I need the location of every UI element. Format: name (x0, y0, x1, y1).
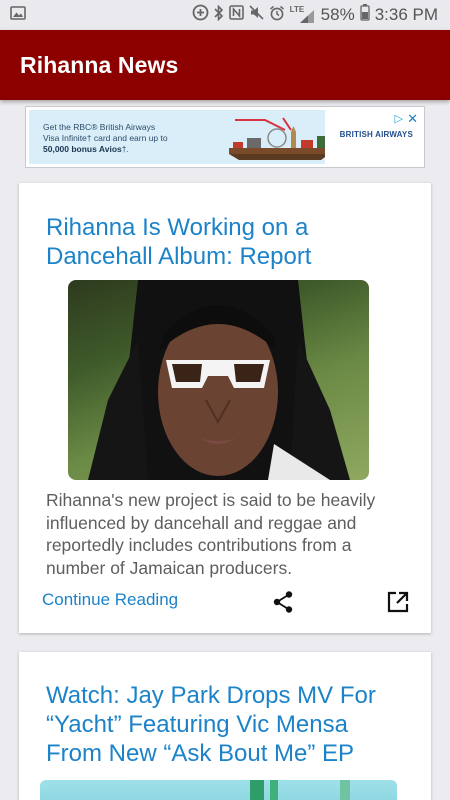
share-icon[interactable] (270, 589, 296, 615)
article-photo-illustration (250, 780, 350, 800)
ad-close-icon[interactable]: ✕ (407, 111, 418, 127)
open-external-icon[interactable] (385, 589, 411, 615)
ad-choices-icon[interactable]: ▷ (395, 112, 403, 125)
app-title: Rihanna News (20, 51, 179, 78)
ad-creative[interactable]: Get the RBC® British Airways Visa Infini… (29, 110, 421, 164)
image-icon (10, 5, 26, 25)
article-card[interactable]: Rihanna Is Working on a Dancehall Album:… (19, 183, 431, 633)
article-image[interactable] (68, 280, 369, 480)
lte-signal-icon: LTE (290, 5, 316, 24)
clock-time: 3:36 PM (374, 5, 438, 24)
article-title[interactable]: Rihanna Is Working on a Dancehall Album:… (46, 213, 406, 271)
article-image[interactable] (40, 780, 397, 800)
bluetooth-icon (214, 4, 224, 26)
battery-icon (360, 4, 370, 26)
article-photo-illustration (88, 280, 350, 480)
ad-brand-logo: BRITISH AIRWAYS (339, 130, 413, 139)
status-bar: LTE 58% 3:36 PM (0, 0, 450, 30)
battery-percent: 58% (320, 5, 355, 24)
continue-reading-link[interactable]: Continue Reading (42, 590, 178, 610)
ad-banner[interactable]: Get the RBC® British Airways Visa Infini… (25, 106, 425, 168)
data-saver-icon (192, 4, 209, 26)
article-summary: Rihanna's new project is said to be heav… (46, 490, 376, 578)
alarm-icon (269, 5, 285, 26)
article-card[interactable]: Watch: Jay Park Drops MV For “Yacht” Fea… (19, 652, 431, 800)
app-bar: Rihanna News (0, 30, 450, 100)
ad-copy: Get the RBC® British Airways Visa Infini… (43, 122, 168, 154)
nfc-icon (228, 5, 244, 25)
article-title[interactable]: Watch: Jay Park Drops MV For “Yacht” Fea… (46, 681, 406, 768)
ad-illustration (229, 117, 329, 160)
mute-icon (249, 5, 264, 25)
